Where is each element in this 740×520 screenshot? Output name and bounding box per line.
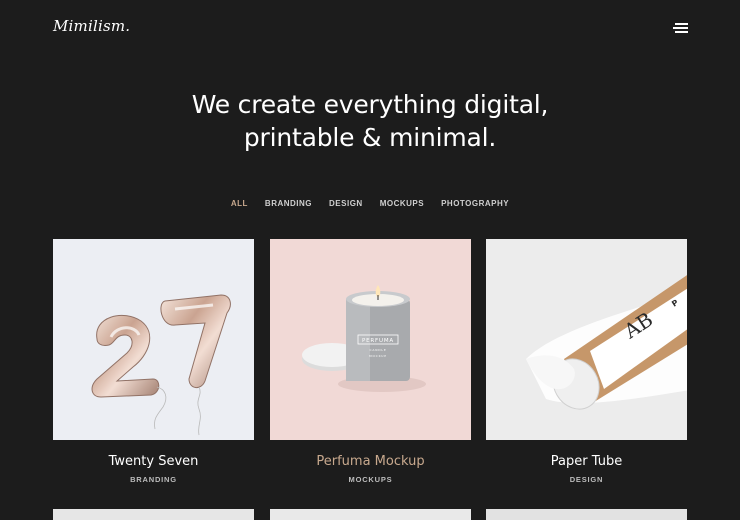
- site-header: Mimilism.: [0, 0, 740, 60]
- project-category: DESIGN: [569, 475, 604, 484]
- filter-branding[interactable]: BRANDING: [265, 199, 312, 208]
- hero-heading-line-2: printable & minimal.: [243, 123, 497, 152]
- project-title[interactable]: Twenty Seven: [53, 454, 254, 469]
- portfolio-filter-bar: ALL BRANDING DESIGN MOCKUPS PHOTOGRAPHY: [0, 199, 740, 208]
- filter-all[interactable]: ALL: [231, 199, 248, 208]
- filter-design[interactable]: DESIGN: [329, 199, 363, 208]
- filter-mockups[interactable]: MOCKUPS: [380, 199, 424, 208]
- project-category: BRANDING: [130, 475, 177, 484]
- portfolio-card-next-row[interactable]: [53, 509, 254, 520]
- filter-photography[interactable]: PHOTOGRAPHY: [441, 199, 509, 208]
- project-thumbnail[interactable]: PERFUMA CANDLE MOCKUP: [270, 239, 471, 440]
- hero-section: We create everything digital, printable …: [0, 88, 740, 154]
- svg-text:CANDLE: CANDLE: [369, 348, 386, 352]
- hamburger-menu-icon[interactable]: [672, 22, 688, 34]
- project-title[interactable]: Perfuma Mockup: [270, 454, 471, 469]
- candle-mockup-image: PERFUMA CANDLE MOCKUP: [302, 285, 426, 392]
- hero-heading: We create everything digital, printable …: [0, 88, 740, 154]
- svg-text:MOCKUP: MOCKUP: [369, 354, 387, 358]
- project-thumbnail[interactable]: [53, 239, 254, 440]
- site-logo[interactable]: Mimilism.: [53, 17, 130, 35]
- paper-tube-image: AB P: [526, 275, 687, 410]
- portfolio-card-next-row[interactable]: [270, 509, 471, 520]
- portfolio-card-paper-tube[interactable]: AB P Paper Tube DESIGN: [486, 239, 687, 484]
- hero-heading-line-1: We create everything digital,: [191, 90, 549, 119]
- portfolio-card-perfuma-mockup[interactable]: PERFUMA CANDLE MOCKUP Perfuma Mockup MOC…: [270, 239, 471, 484]
- portfolio-card-twenty-seven[interactable]: Twenty Seven BRANDING: [53, 239, 254, 484]
- project-title[interactable]: Paper Tube: [486, 454, 687, 469]
- project-thumbnail[interactable]: AB P: [486, 239, 687, 440]
- project-category: MOCKUPS: [348, 475, 393, 484]
- perfuma-label: PERFUMA: [362, 338, 394, 344]
- balloon-27-image: [91, 294, 231, 436]
- portfolio-card-next-row[interactable]: [486, 509, 687, 520]
